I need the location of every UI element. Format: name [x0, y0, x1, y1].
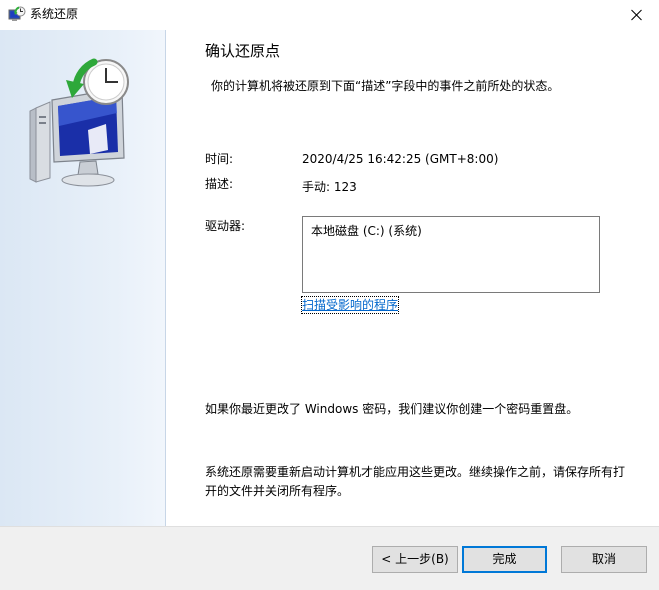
restart-warning-note: 系统还原需要重新启动计算机才能应用这些更改。继续操作之前，请保存所有打开的文件并… — [205, 465, 626, 498]
close-icon — [631, 9, 642, 21]
back-button[interactable]: < 上一步(B) — [372, 546, 458, 573]
scan-affected-programs-link[interactable]: 扫描受影响的程序 — [300, 296, 400, 314]
time-value: 2020/4/25 16:42:25 (GMT+8:00) — [302, 152, 499, 166]
page-title: 确认还原点 — [205, 42, 281, 60]
system-restore-window: 系统还原 确认还原点 你的计算机将被还原到下面“描述”字段中的事件之前所处的状态… — [0, 0, 659, 590]
time-label: 时间: — [205, 152, 234, 166]
finish-button[interactable]: 完成 — [462, 546, 547, 573]
drives-label: 驱动器: — [205, 219, 246, 233]
password-reset-note: 如果你最近更改了 Windows 密码，我们建议你创建一个密码重置盘。 — [205, 402, 579, 416]
title-bar: 系统还原 — [0, 0, 659, 30]
system-restore-icon — [8, 6, 26, 21]
description-label: 描述: — [205, 177, 234, 191]
close-button[interactable] — [614, 0, 659, 30]
window-title: 系统还原 — [30, 7, 79, 21]
page-description: 你的计算机将被还原到下面“描述”字段中的事件之前所处的状态。 — [211, 79, 560, 93]
cancel-button[interactable]: 取消 — [561, 546, 647, 573]
drive-list-item[interactable]: 本地磁盘 (C:) (系统) — [311, 223, 422, 239]
computer-restore-illustration — [29, 58, 129, 187]
button-bar: < 上一步(B) 完成 取消 — [0, 526, 659, 590]
side-panel — [0, 30, 166, 526]
drive-list[interactable]: 本地磁盘 (C:) (系统) — [302, 216, 600, 293]
description-value: 手动: 123 — [302, 180, 357, 194]
